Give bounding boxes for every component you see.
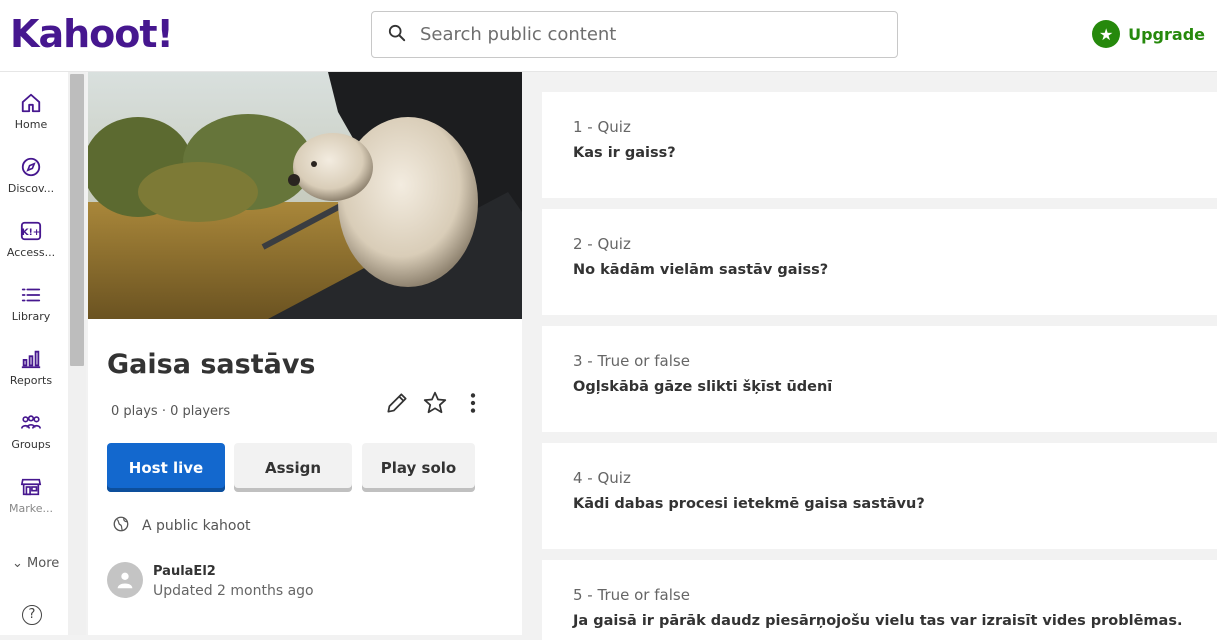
question-type: 2 - Quiz [573, 235, 631, 253]
visibility-row: A public kahoot [112, 515, 251, 537]
more-vertical-icon[interactable] [460, 390, 486, 420]
more-label: More [27, 556, 60, 571]
question-card[interactable]: 2 - Quiz No kādām vielām sastāv gaiss? [542, 209, 1217, 315]
more-button[interactable]: ⌄ More [12, 556, 59, 571]
assign-button[interactable]: Assign [234, 443, 352, 492]
chevron-down-icon: ⌄ [12, 556, 23, 571]
upgrade-button[interactable]: ★ Upgrade [1092, 20, 1205, 48]
updated-text: Updated 2 months ago [153, 583, 314, 599]
sidebar-item-groups[interactable]: Groups [0, 412, 62, 451]
question-type: 3 - True or false [573, 352, 690, 370]
question-type: 4 - Quiz [573, 469, 631, 487]
question-type: 5 - True or false [573, 586, 690, 604]
question-text: Ogļskābā gāze slikti šķīst ūdenī [573, 379, 833, 395]
search-box[interactable] [371, 11, 898, 58]
kplus-badge: K!+ [22, 227, 41, 238]
top-bar: Kahoot! ★ Upgrade [0, 0, 1217, 72]
search-input[interactable] [420, 24, 880, 45]
scrollbar-thumb[interactable] [70, 74, 84, 366]
host-live-button[interactable]: Host live [107, 443, 225, 492]
kahoot-title: Gaisa sastāvs [107, 349, 316, 380]
sidebar-item-access[interactable]: K!+ Access... [0, 220, 62, 259]
sidebar-item-marketplace[interactable]: Marke... [0, 476, 62, 515]
sidebar-item-label: Library [11, 310, 51, 323]
sidebar-item-reports[interactable]: Reports [0, 348, 62, 387]
sidebar-item-home[interactable]: Home [0, 92, 62, 131]
sidebar-item-discover[interactable]: Discov... [0, 156, 62, 195]
home-icon [20, 92, 42, 114]
list-icon [20, 284, 42, 306]
avatar[interactable] [107, 562, 143, 598]
sidebar-item-label: Groups [11, 438, 51, 451]
kplus-icon: K!+ [20, 220, 42, 242]
pencil-icon[interactable] [384, 390, 410, 420]
kahoot-stats: 0 plays · 0 players [111, 404, 231, 419]
kahoot-detail-card: Gaisa sastāvs 0 plays · 0 players Host l… [88, 72, 522, 635]
question-type: 1 - Quiz [573, 118, 631, 136]
groups-icon [20, 412, 42, 434]
star-icon: ★ [1092, 20, 1121, 48]
question-icon[interactable]: ? [22, 605, 42, 625]
upgrade-label: Upgrade [1128, 24, 1205, 44]
store-icon [20, 476, 42, 498]
compass-icon [20, 156, 42, 178]
star-outline-icon[interactable] [422, 390, 448, 420]
sidebar-item-label: Marke... [9, 502, 53, 515]
cover-image [88, 72, 522, 319]
question-card[interactable]: 3 - True or false Ogļskābā gāze slikti š… [542, 326, 1217, 432]
search-icon [388, 24, 406, 46]
sidebar: Home Discov... K!+ Access... Library Rep… [0, 72, 68, 635]
question-text: Kas ir gaiss? [573, 145, 676, 161]
question-text: Ja gaisā ir pārāk daudz piesārņojošu vie… [573, 613, 1183, 629]
globe-icon [112, 515, 130, 537]
chart-icon [20, 348, 42, 370]
question-text: Kādi dabas procesi ietekmē gaisa sastāvu… [573, 496, 925, 512]
sidebar-item-library[interactable]: Library [0, 284, 62, 323]
question-text: No kādām vielām sastāv gaiss? [573, 262, 829, 278]
sidebar-item-label: Discov... [7, 182, 55, 195]
sidebar-item-label: Access... [6, 246, 56, 259]
author-name[interactable]: PaulaEl2 [153, 564, 314, 579]
author-row: PaulaEl2 Updated 2 months ago [107, 562, 314, 599]
question-card[interactable]: 4 - Quiz Kādi dabas procesi ietekmē gais… [542, 443, 1217, 549]
kahoot-actions [384, 390, 486, 420]
sidebar-item-label: Home [14, 118, 48, 131]
sidebar-item-label: Reports [9, 374, 53, 387]
question-card[interactable]: 5 - True or false Ja gaisā ir pārāk daud… [542, 560, 1217, 640]
kahoot-logo[interactable]: Kahoot! [10, 10, 174, 58]
visibility-label: A public kahoot [142, 518, 251, 534]
play-solo-button[interactable]: Play solo [362, 443, 475, 492]
question-card[interactable]: 1 - Quiz Kas ir gaiss? [542, 92, 1217, 198]
